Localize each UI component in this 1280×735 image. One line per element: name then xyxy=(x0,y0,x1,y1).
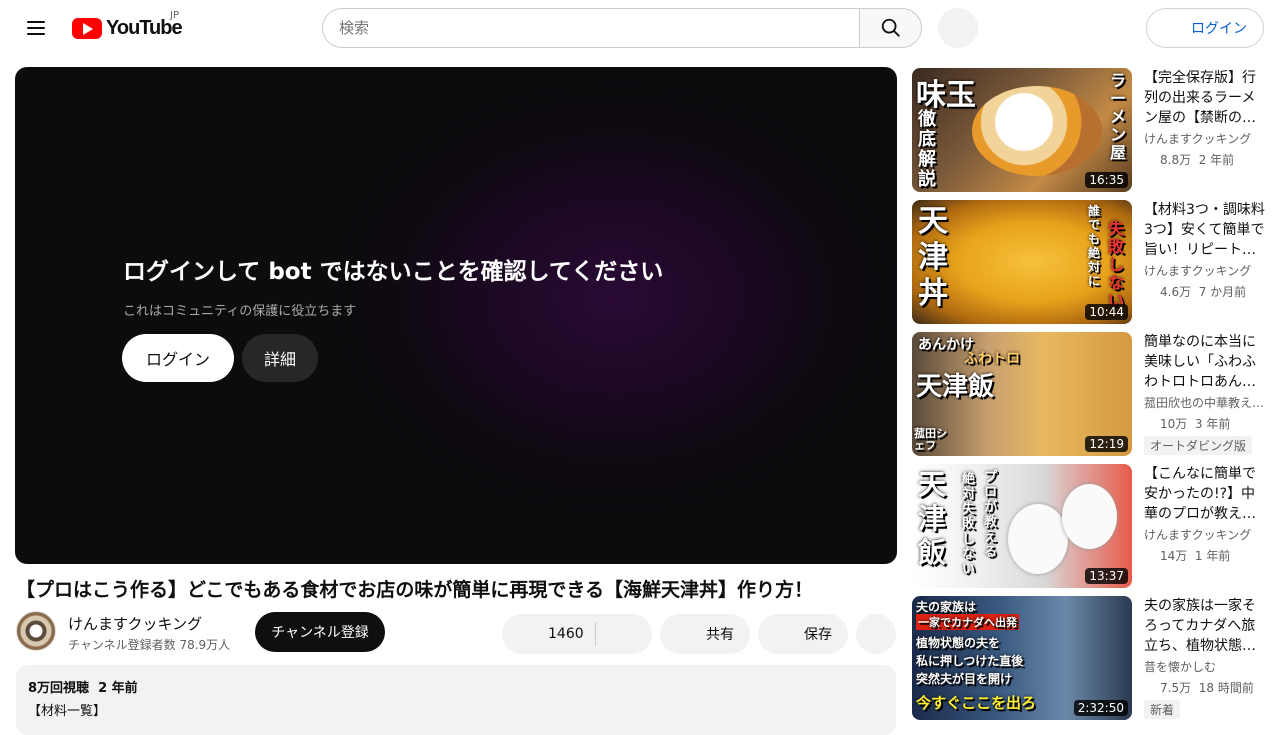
related-views: 10万 xyxy=(1160,417,1188,431)
related-video-stats: 10万 3 年前 xyxy=(1144,415,1266,432)
menu-icon[interactable] xyxy=(20,12,52,44)
search-input[interactable] xyxy=(322,8,859,48)
share-label: 共有 xyxy=(706,627,734,643)
new-badge: 新着 xyxy=(1144,700,1181,719)
voice-search-button[interactable] xyxy=(938,8,978,48)
duration-badge: 10:44 xyxy=(1085,304,1128,320)
thumbnail-text: ラーメン屋 xyxy=(1110,71,1127,162)
player-login-subtitle: これはコミュニティの保護に役立ちます xyxy=(123,304,357,319)
video-thumbnail[interactable]: あんかけ ふわトロ 天津飯 菰田シェフ 12:19 xyxy=(912,332,1132,456)
related-video[interactable]: 味玉 徹底解説 ラーメン屋 16:35 【完全保存版】行列の出来るラーメン屋の【… xyxy=(912,68,1272,192)
top-bar: YouTube JP ログイン xyxy=(0,0,1280,56)
thumbnail-text: 天津飯 xyxy=(918,468,947,569)
duration-badge: 2:32:50 xyxy=(1073,700,1128,716)
subscribe-button[interactable]: チャンネル登録 xyxy=(255,612,385,652)
related-video-title[interactable]: 【材料3つ・調味料3つ】安くて簡単で旨い！リピート… xyxy=(1144,200,1266,260)
related-video-stats: 4.6万 7 か月前 xyxy=(1144,283,1266,300)
like-button[interactable]: 1460 xyxy=(502,614,652,654)
related-age: 2 年前 xyxy=(1198,153,1235,167)
sign-in-button[interactable]: ログイン xyxy=(1146,8,1264,48)
search-bar xyxy=(322,8,922,48)
youtube-logo[interactable]: YouTube JP xyxy=(72,10,183,40)
thumbnail-text: プロが教える xyxy=(984,470,998,560)
related-video-stats: 8.8万 2 年前 xyxy=(1144,151,1266,168)
description-box[interactable]: 8万回視聴 2 年前 【材料一覧】 xyxy=(16,665,896,735)
thumbnail-text: 夫の家族は xyxy=(916,600,977,614)
video-thumbnail[interactable]: 天津飯 プロが教える 絶対失敗しない 13:37 xyxy=(912,464,1132,588)
video-player[interactable]: ログインして bot ではないことを確認してください これはコミュニティの保護に… xyxy=(15,67,897,564)
video-thumbnail[interactable]: 天津丼 誰でも絶対に 失敗しない 10:44 xyxy=(912,200,1132,324)
auto-dubbed-badge: オートダビング版 xyxy=(1144,436,1253,455)
thumbnail-image xyxy=(972,86,1102,176)
channel-avatar[interactable] xyxy=(16,611,56,651)
channel-subscriber-count: チャンネル登録者数 78.9万人 xyxy=(68,638,231,652)
thumbnail-text: 誰でも絶対に xyxy=(1088,204,1101,288)
related-age: 18 時間前 xyxy=(1198,681,1254,695)
player-more-button[interactable]: 詳細 xyxy=(242,334,318,382)
share-button[interactable]: 共有 xyxy=(660,614,750,654)
thumbnail-text: 絶対失敗しない xyxy=(962,472,976,577)
thumbnail-text: 菰田シェフ xyxy=(914,427,947,452)
duration-badge: 12:19 xyxy=(1085,436,1128,452)
related-views: 14万 xyxy=(1160,549,1188,563)
related-video[interactable]: 夫の家族は 一家でカナダへ出発 植物状態の夫を 私に押しつけた直後 突然夫が目を… xyxy=(912,596,1272,720)
thumbnail-text: 徹底解説 xyxy=(918,109,936,190)
related-video-title[interactable]: 【こんなに簡単で安かったの!?】中華のプロが教え… xyxy=(1144,464,1266,524)
thumbnail-text: 天津飯 xyxy=(916,372,995,402)
related-video-channel[interactable]: けんますクッキング xyxy=(1144,262,1266,279)
thumbnail-text: 突然夫が目を開け xyxy=(916,672,1013,686)
duration-badge: 16:35 xyxy=(1085,172,1128,188)
related-views: 4.6万 xyxy=(1160,285,1192,299)
related-age: 3 年前 xyxy=(1194,417,1231,431)
save-label: 保存 xyxy=(804,627,832,643)
like-count: 1460 xyxy=(548,626,584,642)
egg-image xyxy=(1008,504,1068,574)
related-video-channel[interactable]: けんますクッキング xyxy=(1144,526,1266,543)
thumbnail-text: 失敗しない xyxy=(1108,219,1125,310)
search-icon xyxy=(881,18,900,37)
egg-image xyxy=(1062,484,1117,549)
view-count: 8万回視聴 xyxy=(28,681,90,696)
related-video-title[interactable]: 【完全保存版】行列の出来るラーメン屋の【禁断の… xyxy=(1144,68,1266,128)
like-dislike-divider xyxy=(595,622,596,646)
view-meta: 8万回視聴 2 年前 xyxy=(28,677,884,696)
more-actions-button[interactable] xyxy=(856,614,896,654)
video-title: 【プロはこう作る】どこでもある食材でお店の味が簡単に再現できる【海鮮天津丼】作り… xyxy=(16,579,814,601)
related-video[interactable]: あんかけ ふわトロ 天津飯 菰田シェフ 12:19 簡単なのに本当に美味しい「ふ… xyxy=(912,332,1272,456)
related-video-channel[interactable]: けんますクッキング xyxy=(1144,130,1266,147)
related-video-channel[interactable]: 菰田欣也の中華教え… xyxy=(1144,394,1266,411)
related-video-stats: 14万 1 年前 xyxy=(1144,547,1266,564)
related-video-stats: 7.5万 18 時間前 xyxy=(1144,679,1266,696)
related-video-title[interactable]: 夫の家族は一家そろってカナダへ旅立ち、植物状態… xyxy=(1144,596,1266,656)
search-button[interactable] xyxy=(859,8,922,48)
channel-name[interactable]: けんますクッキング xyxy=(68,613,202,634)
region-label: JP xyxy=(170,10,179,21)
thumbnail-text: ふわトロ xyxy=(964,351,1020,367)
video-thumbnail[interactable]: 夫の家族は 一家でカナダへ出発 植物状態の夫を 私に押しつけた直後 突然夫が目を… xyxy=(912,596,1132,720)
player-login-title: ログインして bot ではないことを確認してください xyxy=(123,259,664,285)
description-line: 【材料一覧】 xyxy=(28,704,107,719)
upload-age: 2 年前 xyxy=(98,681,138,696)
thumbnail-text: 一家でカナダへ出発 xyxy=(916,614,1019,630)
youtube-play-icon xyxy=(72,17,102,39)
thumbnail-text: 植物状態の夫を xyxy=(916,636,1001,650)
related-video[interactable]: 天津丼 誰でも絶対に 失敗しない 10:44 【材料3つ・調味料3つ】安くて簡単… xyxy=(912,200,1272,324)
related-views: 7.5万 xyxy=(1160,681,1192,695)
related-age: 1 年前 xyxy=(1194,549,1231,563)
duration-badge: 13:37 xyxy=(1085,568,1128,584)
thumbnail-text: 私に押しつけた直後 xyxy=(916,654,1024,668)
sign-in-label: ログイン xyxy=(1191,21,1247,37)
related-video-title[interactable]: 簡単なのに本当に美味しい「ふわふわトロトロあん… xyxy=(1144,332,1266,392)
save-button[interactable]: 保存 xyxy=(758,614,848,654)
thumbnail-text: 味玉 xyxy=(916,78,976,113)
related-video[interactable]: 天津飯 プロが教える 絶対失敗しない 13:37 【こんなに簡単で安かったの!?… xyxy=(912,464,1272,588)
video-thumbnail[interactable]: 味玉 徹底解説 ラーメン屋 16:35 xyxy=(912,68,1132,192)
related-age: 7 か月前 xyxy=(1198,285,1247,299)
thumbnail-text: 今すぐここを出ろ xyxy=(916,694,1037,712)
related-video-channel[interactable]: 昔を懐かしむ xyxy=(1144,658,1266,675)
player-login-button[interactable]: ログイン xyxy=(122,334,234,382)
related-views: 8.8万 xyxy=(1160,153,1192,167)
thumbnail-text: 天津丼 xyxy=(918,204,948,311)
